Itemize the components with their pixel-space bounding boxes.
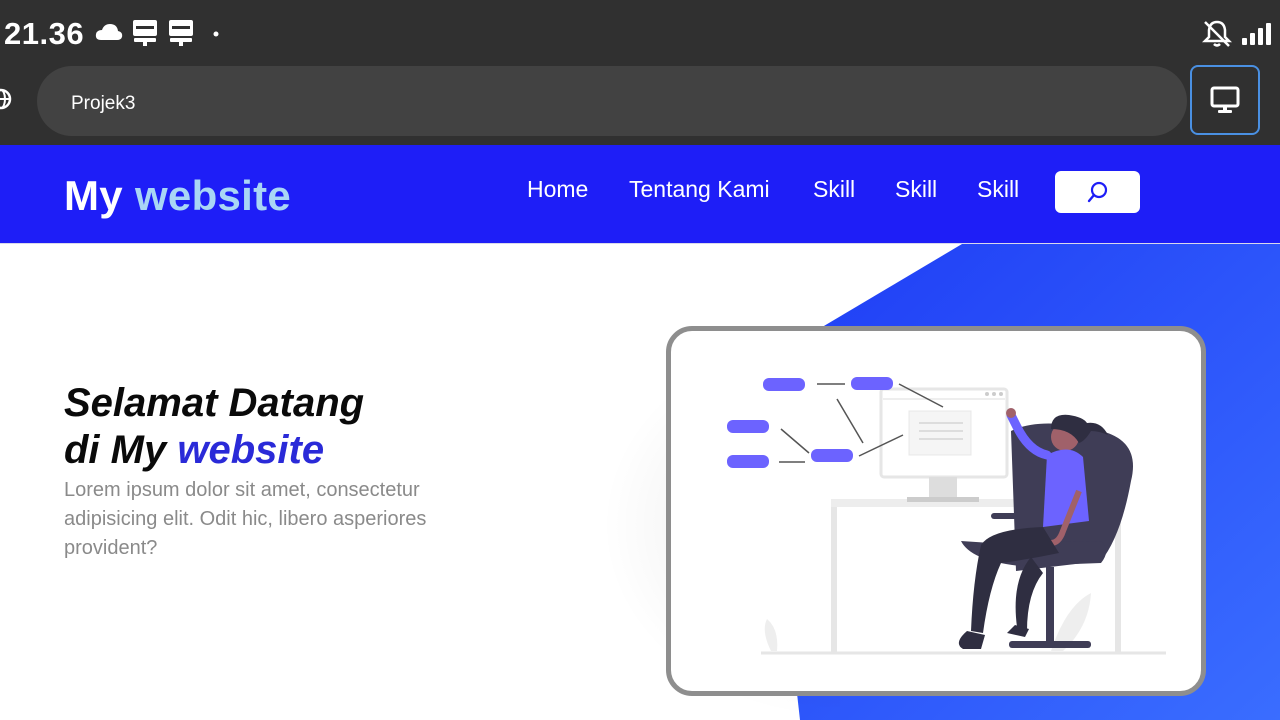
- hero-title-prefix: di My: [64, 428, 167, 472]
- status-right-icons: [1202, 20, 1276, 48]
- nav-link-tentang-kami[interactable]: Tentang Kami: [629, 176, 770, 203]
- site-navbar: My website Home Tentang Kami Skill Skill…: [0, 145, 1280, 243]
- globe-icon[interactable]: [0, 86, 12, 112]
- hero-title-line-2: di My website: [64, 427, 364, 474]
- brand-accent: website: [134, 172, 292, 219]
- person-at-desk-illustration: [727, 377, 1166, 655]
- mute-icon: [1202, 20, 1232, 47]
- address-bar[interactable]: Projek3: [37, 66, 1187, 136]
- hero-description: Lorem ipsum dolor sit amet, consectetur …: [64, 479, 427, 559]
- address-bar-text: Projek3: [71, 93, 136, 114]
- browser-toolbar: Projek3: [0, 62, 1280, 145]
- hero-title-accent: website: [177, 428, 325, 472]
- search-icon: [1087, 181, 1107, 203]
- status-bar: 21.36: [0, 0, 1280, 62]
- nav-link-skill-2[interactable]: Skill: [895, 176, 937, 203]
- nav-link-skill-1[interactable]: Skill: [813, 176, 855, 203]
- monitor-icon: [1210, 86, 1240, 113]
- hero-title-line-1: Selamat Datang: [64, 381, 365, 425]
- nav-link-skill-3[interactable]: Skill: [977, 176, 1019, 203]
- status-time: 21.36: [4, 16, 85, 51]
- notification-icon: [133, 20, 157, 46]
- desktop-mode-button[interactable]: [1190, 65, 1260, 135]
- notification-icon: [169, 20, 193, 46]
- dot-icon: [213, 31, 219, 37]
- hero-title: Selamat Datang di My website: [64, 380, 364, 474]
- site-brand[interactable]: My website: [64, 172, 291, 220]
- search-button[interactable]: [1055, 171, 1140, 213]
- signal-icon: [1242, 23, 1271, 45]
- nav-link-home[interactable]: Home: [527, 176, 588, 203]
- brand-prefix: My: [64, 172, 123, 219]
- illustration-card: [666, 326, 1206, 696]
- cloud-icon: [95, 24, 123, 40]
